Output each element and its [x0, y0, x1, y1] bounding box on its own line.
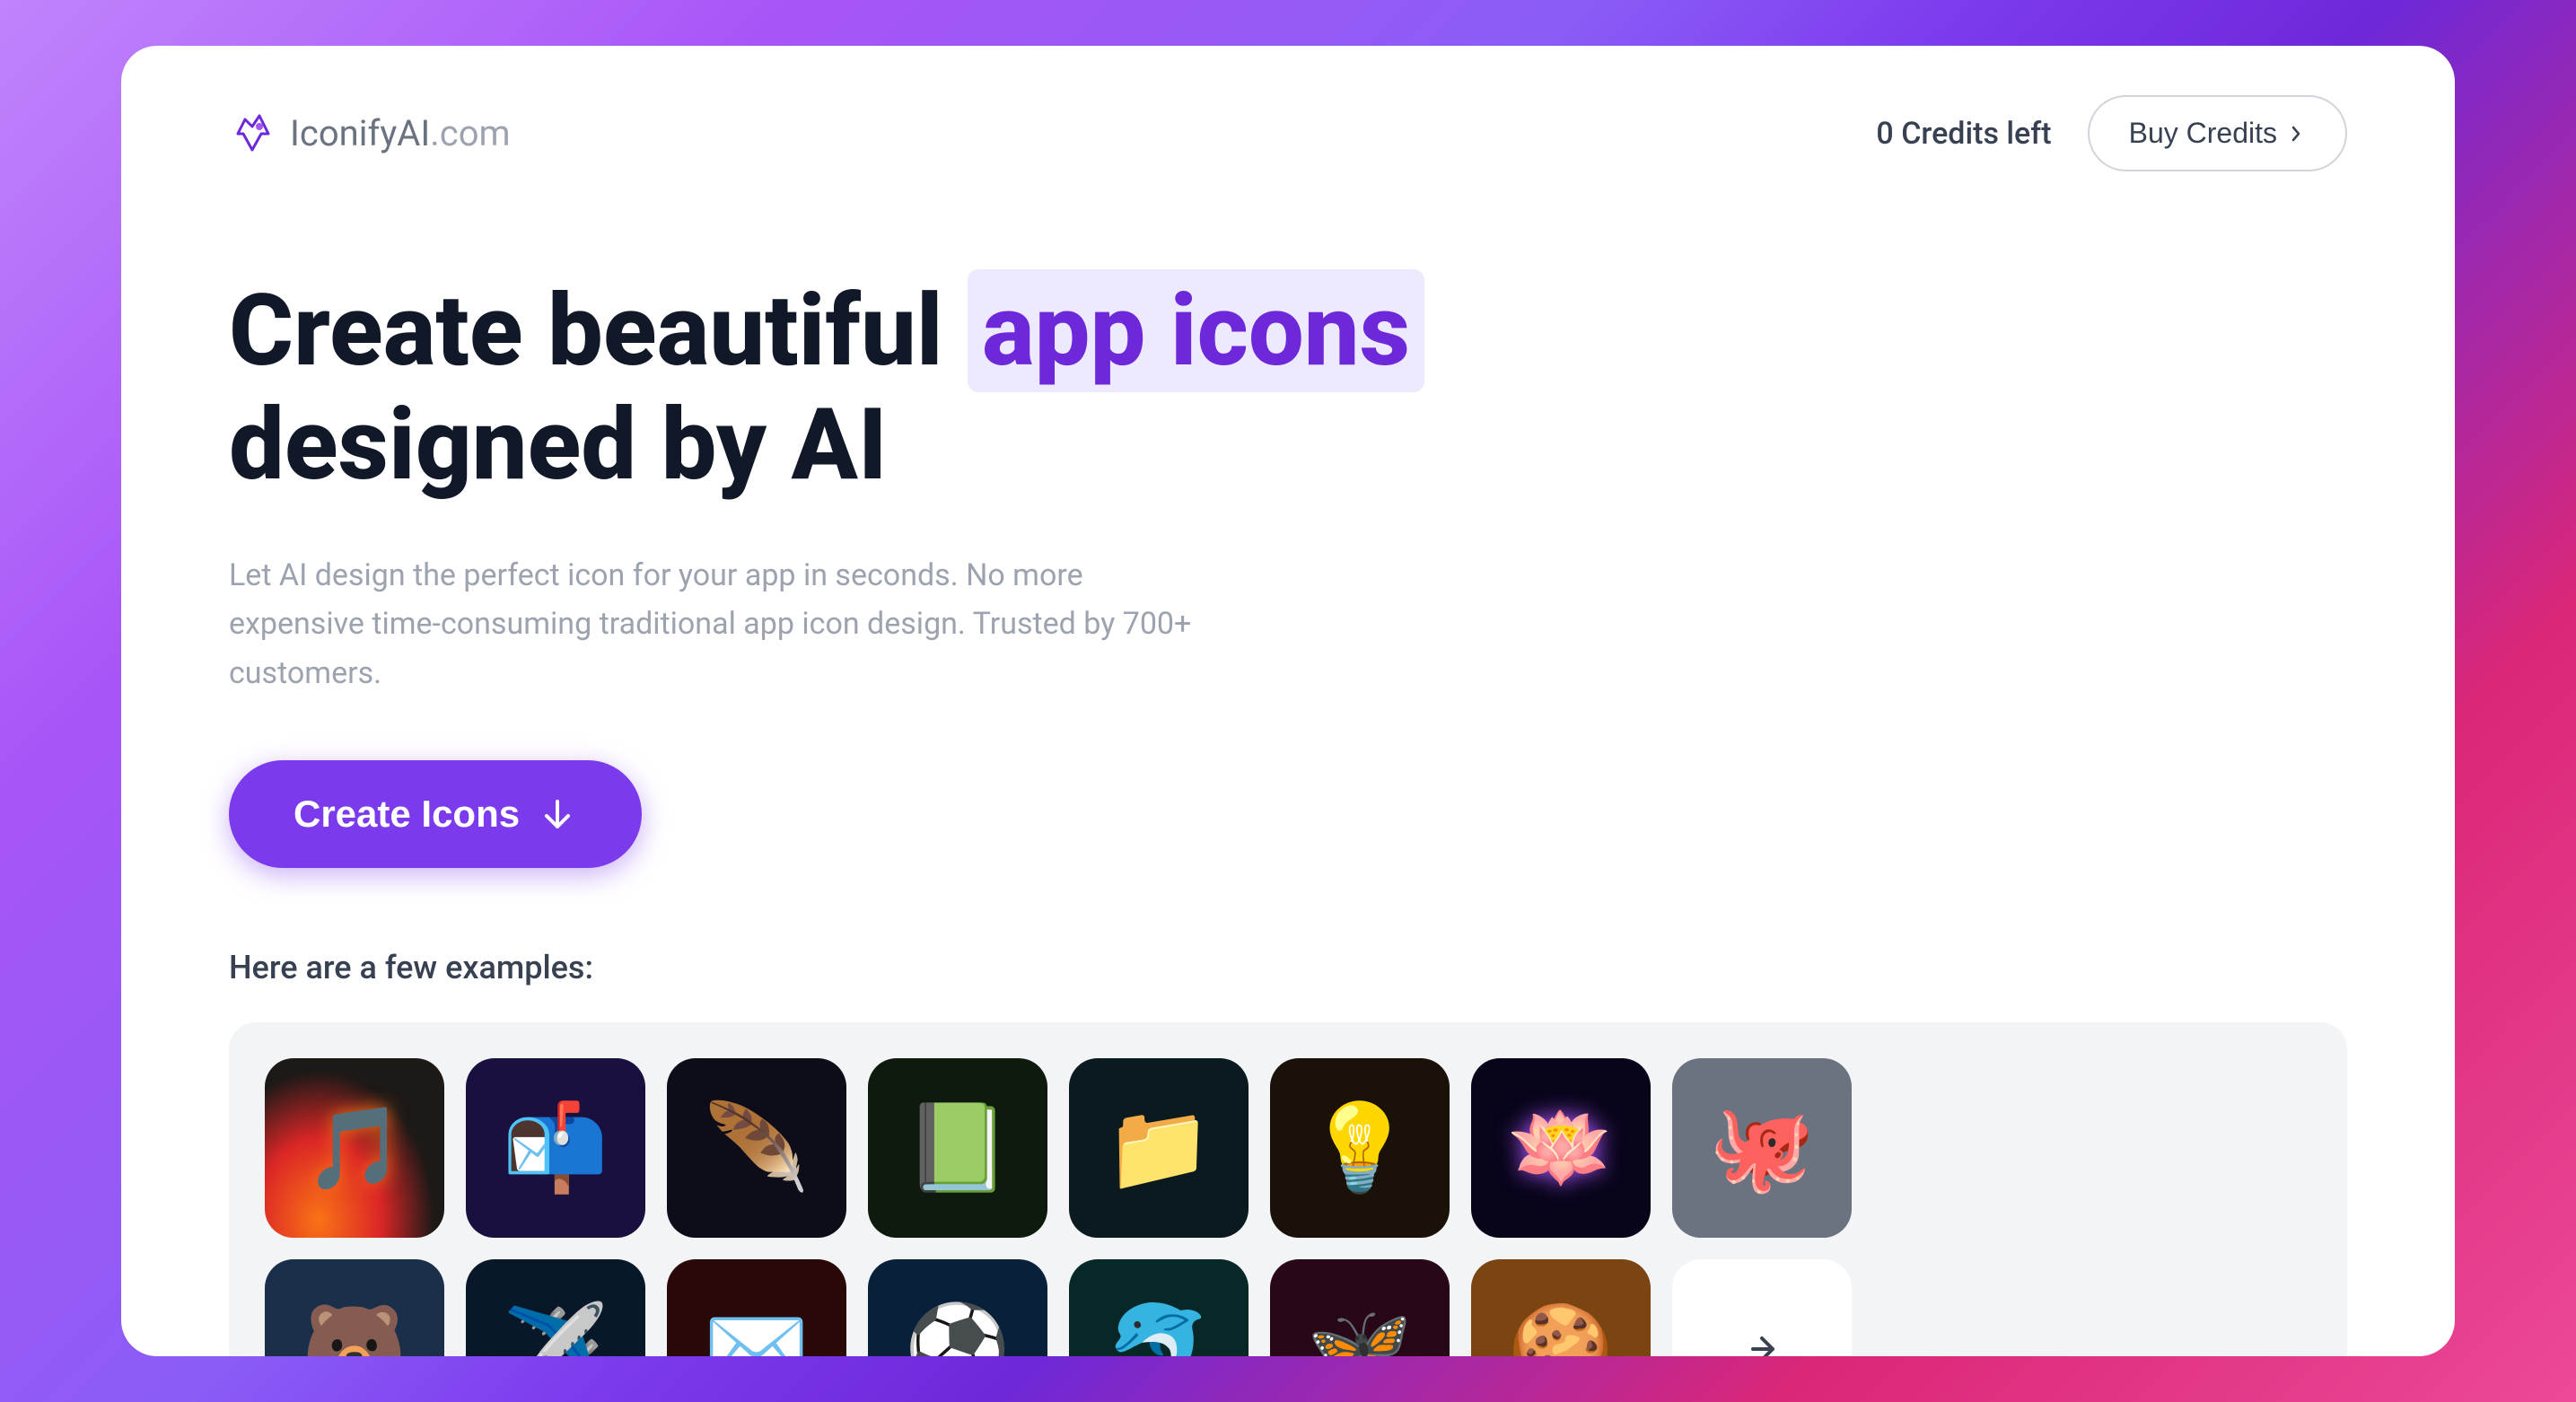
wings-emoji: 🦋: [1307, 1300, 1413, 1356]
main-card: IconifyAI.com 0 Credits left Buy Credits…: [121, 46, 2455, 1356]
hero-section: Create beautiful app icons designed by A…: [121, 221, 2455, 913]
list-item: ⚽: [868, 1259, 1047, 1356]
icons-grid: 🎵 📬 🪶 📗 📁: [229, 1022, 2347, 1356]
list-item: 🎵: [265, 1058, 444, 1238]
list-item: 📗: [868, 1058, 1047, 1238]
hero-title-prefix: Create beautiful: [229, 273, 968, 389]
examples-title: Here are a few examples:: [229, 949, 2347, 986]
list-item: 📁: [1069, 1058, 1249, 1238]
buy-credits-label: Buy Credits: [2129, 117, 2277, 150]
list-item: 🪷: [1471, 1058, 1651, 1238]
icons-row-2: 🐻 ✈️ ✉️ ⚽ 🐬 �: [265, 1259, 2311, 1356]
header-right: 0 Credits left Buy Credits: [1876, 95, 2347, 171]
next-arrow-button[interactable]: [1672, 1259, 1852, 1356]
arrow-right-icon: [1735, 1322, 1789, 1356]
list-item: 🐙: [1672, 1058, 1852, 1238]
credits-left-label: 0 Credits left: [1876, 116, 2051, 152]
list-item: 🍪: [1471, 1259, 1651, 1356]
arrow-down-icon: [538, 794, 577, 834]
music-fire-emoji: 🎵: [304, 1101, 405, 1196]
credits-count: 0: [1876, 116, 1893, 152]
hero-title-highlight: app icons: [968, 269, 1424, 392]
bear-emoji: 🐻: [302, 1300, 407, 1356]
chevron-right-icon: [2286, 124, 2306, 144]
logo-text: IconifyAI.com: [290, 112, 511, 154]
airplane-emoji: ✈️: [503, 1300, 609, 1356]
icons-row-1: 🎵 📬 🪶 📗 📁: [265, 1058, 2311, 1238]
create-icons-label: Create Icons: [294, 793, 520, 836]
dolphin-emoji: 🐬: [1106, 1300, 1212, 1356]
octopus-emoji: 🐙: [1709, 1099, 1815, 1198]
list-item: ✉️: [667, 1259, 846, 1356]
mailbox-emoji: 📬: [503, 1099, 609, 1198]
bird-emoji: 🪶: [704, 1099, 810, 1198]
list-item: 📬: [466, 1058, 645, 1238]
hero-title-suffix: designed by AI: [229, 387, 888, 503]
header: IconifyAI.com 0 Credits left Buy Credits: [121, 46, 2455, 221]
folder-emoji: 📁: [1106, 1099, 1212, 1198]
hero-subtitle: Let AI design the perfect icon for your …: [229, 551, 1216, 697]
buy-credits-button[interactable]: Buy Credits: [2088, 95, 2347, 171]
envelope-emoji: ✉️: [704, 1300, 810, 1356]
cookie-emoji: 🍪: [1508, 1300, 1614, 1356]
money-book-emoji: 📗: [905, 1099, 1011, 1198]
list-item: 🐻: [265, 1259, 444, 1356]
list-item: 💡: [1270, 1058, 1450, 1238]
list-item: ✈️: [466, 1259, 645, 1356]
list-item: 🦋: [1270, 1259, 1450, 1356]
logo-name: IconifyAI: [290, 112, 430, 154]
examples-section: Here are a few examples: 🎵 📬 🪶 📗: [121, 913, 2455, 1356]
list-item: 🪶: [667, 1058, 846, 1238]
credits-label-text: Credits left: [1901, 116, 2051, 152]
hero-title: Create beautiful app icons designed by A…: [229, 275, 2347, 502]
logo-domain: .com: [430, 112, 510, 154]
logo-icon: [229, 110, 276, 157]
lotus-emoji: 🪷: [1508, 1099, 1614, 1198]
soccer-emoji: ⚽: [905, 1300, 1011, 1356]
logo-area: IconifyAI.com: [229, 110, 511, 157]
bulb-emoji: 💡: [1307, 1099, 1413, 1198]
create-icons-button[interactable]: Create Icons: [229, 760, 642, 868]
list-item: 🐬: [1069, 1259, 1249, 1356]
